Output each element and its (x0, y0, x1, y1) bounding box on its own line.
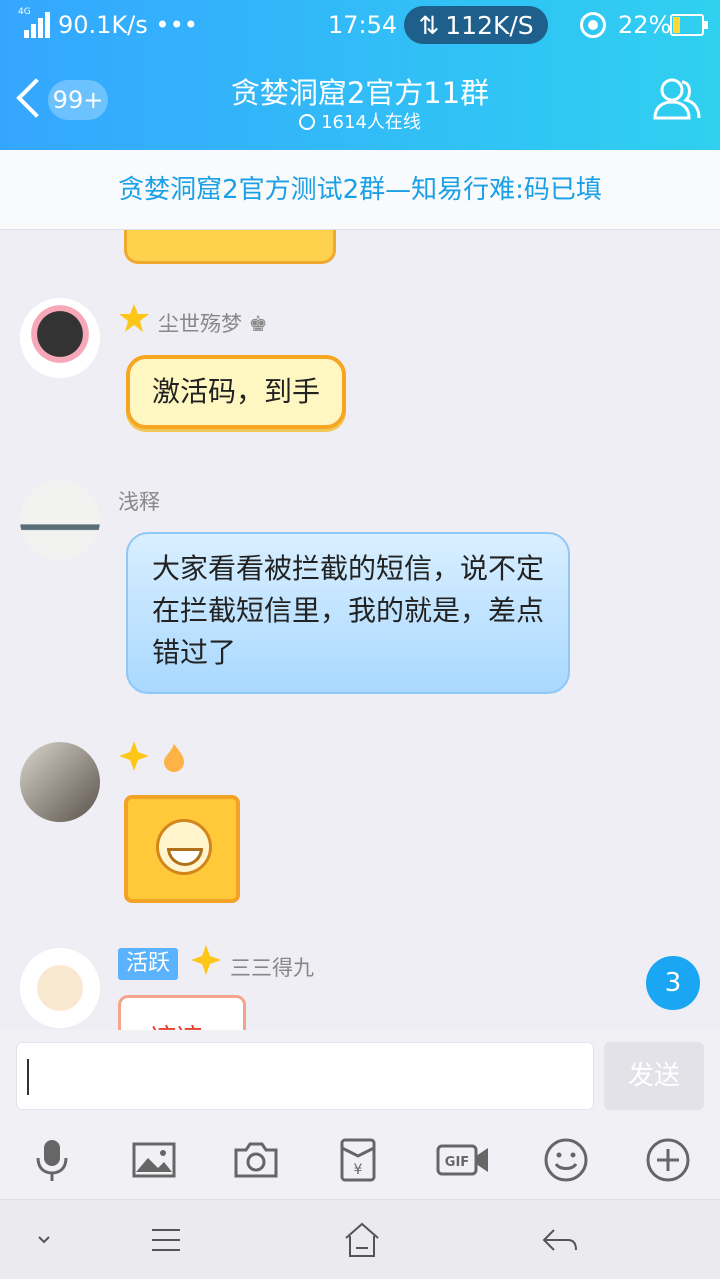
data-transfer-pill: ⇅ 112K/S (404, 6, 548, 44)
message-bubble[interactable]: 大家看看被拦截的短信，说不定在拦截短信里，我的就是，差点错过了 (126, 532, 570, 694)
grin-face-icon (156, 819, 212, 875)
back-button[interactable] (14, 78, 44, 122)
active-tag: 活跃 (118, 948, 179, 980)
online-count[interactable]: 1614人在线 (160, 108, 560, 134)
transfer-arrows-icon: ⇅ (418, 10, 440, 40)
message-bubble[interactable]: 激活码，到手 (126, 355, 347, 429)
battery-icon (670, 14, 708, 36)
mic-icon[interactable] (28, 1136, 76, 1184)
message-list[interactable]: 尘世殇梦 ♚ 激活码，到手 浅释 大家看看被拦截的短信，说不定在拦截短信里，我的… (0, 230, 720, 1040)
chevron-down-icon[interactable] (22, 1218, 66, 1262)
sender-name: 浅释 (118, 490, 160, 514)
group-members-icon[interactable] (652, 74, 702, 124)
signal-icon (18, 10, 52, 38)
sender-name: 尘世殇梦 ♚ (158, 312, 268, 336)
system-nav-bar (0, 1199, 720, 1279)
sender-name: 三三得九 (230, 956, 314, 980)
camera-icon[interactable] (232, 1136, 280, 1184)
new-message-count[interactable]: 3 (646, 956, 700, 1010)
plus-icon[interactable] (644, 1136, 692, 1184)
home-icon[interactable] (340, 1218, 384, 1262)
gif-icon[interactable]: GIF (436, 1136, 490, 1184)
input-toolbar: ¥ GIF (0, 1130, 720, 1190)
smile-sticker[interactable] (124, 795, 240, 903)
battery-percent: 22% (618, 11, 672, 39)
avatar[interactable] (20, 298, 100, 378)
chevron-down-icon (299, 114, 316, 130)
back-arrow-icon[interactable] (538, 1218, 582, 1262)
transfer-speed: 112K/S (445, 10, 534, 40)
emoji-icon[interactable] (542, 1136, 590, 1184)
unread-badge[interactable]: 99+ (48, 80, 108, 120)
menu-icon[interactable] (144, 1218, 188, 1262)
app-header: 4G 90.1K/s ••• 17:54 ⇅ 112K/S 22% 99+ 贪婪… (0, 0, 720, 150)
star-badge-icon (119, 304, 149, 332)
sparkle-badge-icon (119, 741, 149, 771)
group-title[interactable]: 贪婪洞窟2官方11群 (160, 70, 560, 112)
input-area: 发送 ¥ GIF (0, 1030, 720, 1200)
avatar[interactable] (20, 948, 100, 1028)
status-bar: 4G 90.1K/s ••• 17:54 ⇅ 112K/S 22% (0, 0, 720, 50)
send-button[interactable]: 发送 (604, 1042, 704, 1110)
sparkle-badge-icon (191, 945, 221, 975)
message-input[interactable] (16, 1042, 594, 1110)
pinned-notice[interactable]: 贪婪洞窟2官方测试2群—知易行难:码已填 (0, 150, 720, 230)
clock: 17:54 (328, 11, 398, 39)
svg-text:GIF: GIF (445, 1155, 469, 1170)
avatar[interactable] (20, 742, 100, 822)
battery-fill (673, 17, 680, 33)
chat-header: 99+ 贪婪洞窟2官方11群 1614人在线 (0, 50, 720, 150)
fire-badge-icon (164, 744, 184, 772)
image-icon[interactable] (130, 1136, 178, 1184)
svg-text:¥: ¥ (354, 1162, 363, 1178)
network-speed: 90.1K/s ••• (58, 11, 198, 39)
red-packet-icon[interactable]: ¥ (334, 1136, 382, 1184)
avatar[interactable] (20, 480, 100, 560)
sticker-message[interactable] (124, 230, 336, 264)
location-icon (580, 12, 606, 38)
